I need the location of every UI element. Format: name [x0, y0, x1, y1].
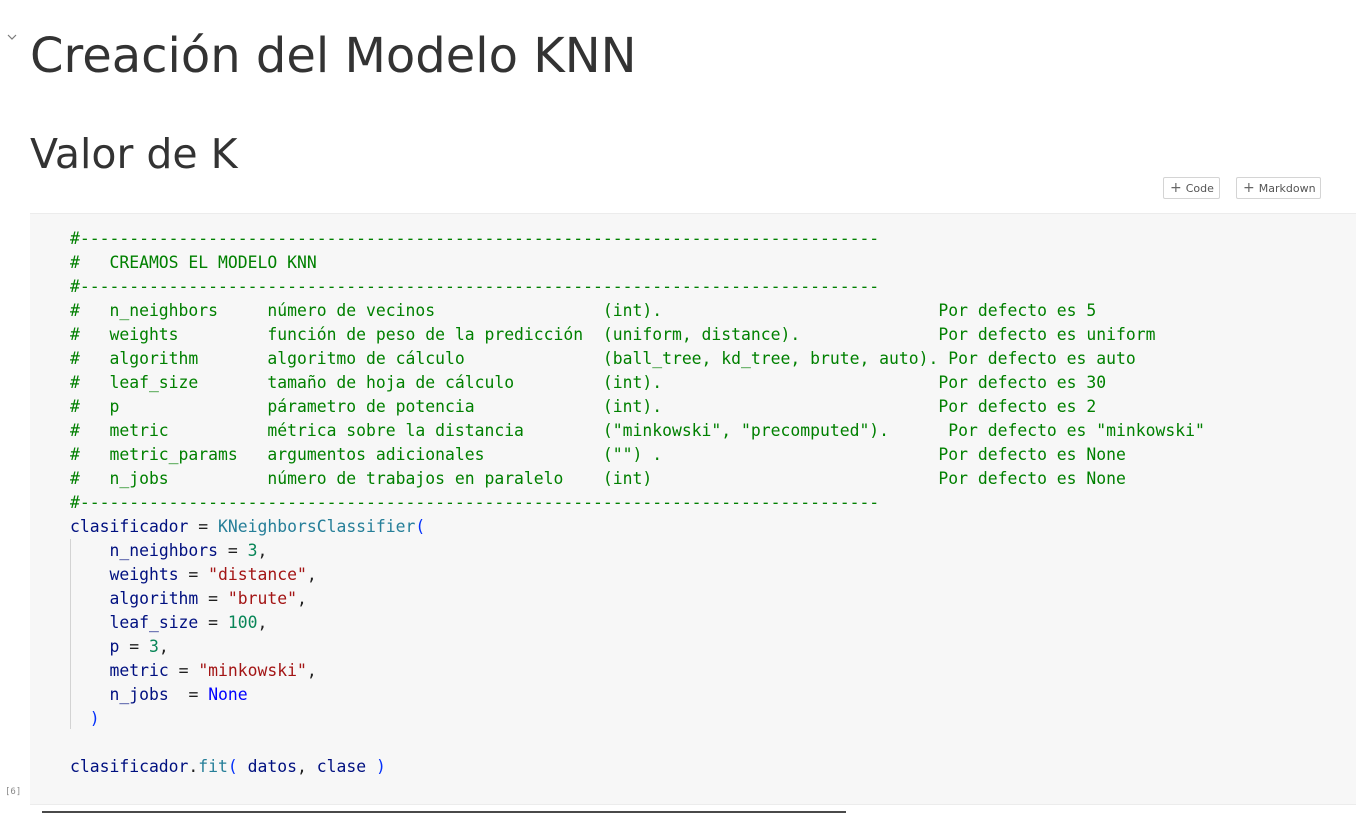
code-line: # CREAMOS EL MODELO KNN	[70, 253, 317, 272]
notebook-page: Creación del Modelo KNN Valor de K + Cod…	[0, 0, 1356, 813]
code-line: # metric métrica sobre la distancia ("mi…	[70, 421, 1205, 440]
code-line: clasificador.fit( datos, clase )	[70, 757, 386, 776]
code-line: n_neighbors = 3,	[109, 541, 268, 560]
code-line: weights = "distance",	[109, 565, 317, 584]
code-line: clasificador = KNeighborsClassifier(	[70, 517, 426, 536]
heading-2: Valor de K	[30, 130, 238, 178]
add-code-cell-button[interactable]: + Code	[1163, 177, 1220, 199]
code-line: # n_jobs número de trabajos en paralelo …	[70, 469, 1126, 488]
code-editor[interactable]: #---------------------------------------…	[70, 227, 1205, 779]
code-line: # n_neighbors número de vecinos (int). P…	[70, 301, 1097, 320]
add-markdown-label: Markdown	[1258, 181, 1316, 195]
plus-icon: +	[1243, 180, 1255, 196]
chevron-down-icon[interactable]	[6, 28, 18, 40]
plus-icon: +	[1170, 180, 1182, 196]
code-line: # leaf_size tamaño de hoja de cálculo (i…	[70, 373, 1107, 392]
heading-1: Creación del Modelo KNN	[30, 28, 637, 84]
code-line: #---------------------------------------…	[70, 229, 880, 248]
code-cell[interactable]: #---------------------------------------…	[30, 213, 1356, 805]
add-markdown-cell-button[interactable]: + Markdown	[1236, 177, 1321, 199]
code-line: leaf_size = 100,	[109, 613, 268, 632]
code-line: # algorithm algoritmo de cálculo (ball_t…	[70, 349, 1136, 368]
code-line: p = 3,	[109, 637, 169, 656]
execution-count: [6]	[5, 787, 22, 797]
code-line: # metric_params argumentos adicionales (…	[70, 445, 1126, 464]
code-line: #---------------------------------------…	[70, 277, 880, 296]
code-line: # weights función de peso de la predicci…	[70, 325, 1156, 344]
code-line: )	[89, 709, 100, 728]
code-line: algorithm = "brute",	[109, 589, 307, 608]
code-line: metric = "minkowski",	[109, 661, 317, 680]
code-line: # p párametro de potencia (int). Por def…	[70, 397, 1097, 416]
code-line: n_jobs = None	[109, 685, 248, 704]
add-code-label: Code	[1185, 181, 1214, 195]
code-line: #---------------------------------------…	[70, 493, 880, 512]
